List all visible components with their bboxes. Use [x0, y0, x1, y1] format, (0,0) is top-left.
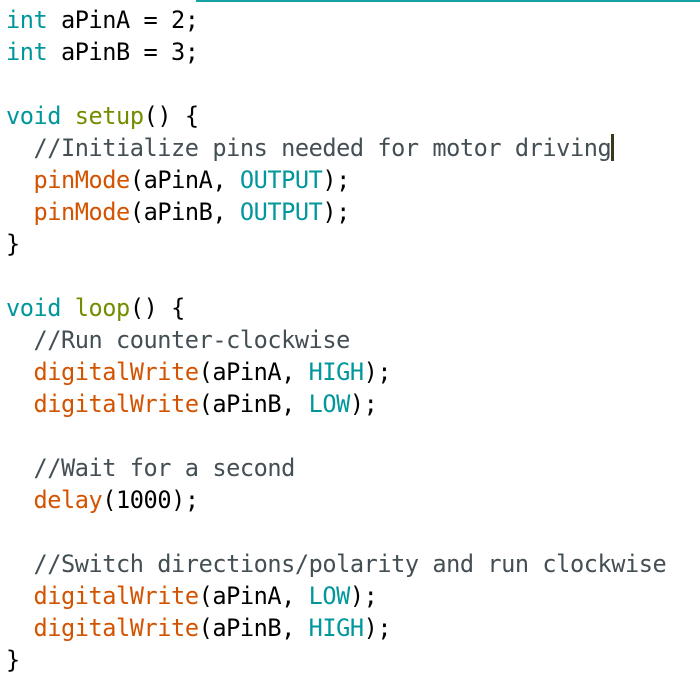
code-line[interactable] — [6, 516, 666, 548]
code-token: ); — [349, 390, 378, 418]
function-token: delay — [33, 486, 103, 514]
comment-token: //Run counter-clockwise — [6, 326, 351, 354]
keyword-token: LOW — [308, 582, 351, 610]
code-token: (aPinB, — [198, 614, 309, 642]
keyword-token: int — [6, 6, 48, 34]
code-token: (aPinA, — [198, 358, 309, 386]
keyword-token: OUTPUT — [239, 166, 323, 194]
code-line[interactable]: //Wait for a second — [6, 452, 666, 484]
code-token: (aPinB, — [198, 390, 309, 418]
code-line[interactable]: digitalWrite(aPinB, LOW); — [6, 388, 666, 420]
code-token: ); — [363, 358, 392, 386]
keyword-token: OUTPUT — [239, 198, 323, 226]
code-token: (1000); — [102, 486, 199, 514]
code-token: (aPinB, — [129, 198, 240, 226]
function-token: digitalWrite — [33, 390, 200, 418]
code-token: ); — [363, 614, 392, 642]
comment-token: //Initialize pins needed for motor drivi… — [6, 134, 612, 162]
comment-token: //Switch directions/polarity and run clo… — [6, 550, 667, 578]
code-line[interactable]: delay(1000); — [6, 484, 666, 516]
code-line[interactable]: //Switch directions/polarity and run clo… — [6, 548, 667, 580]
code-line[interactable]: void setup() { — [6, 100, 666, 132]
function-token: digitalWrite — [33, 614, 200, 642]
code-token: (aPinA, — [129, 166, 240, 194]
code-token: (aPinA, — [198, 582, 309, 610]
code-line[interactable]: digitalWrite(aPinA, LOW); — [6, 580, 666, 612]
code-token: ); — [349, 582, 378, 610]
keyword-token: int — [6, 38, 48, 66]
code-line[interactable]: pinMode(aPinB, OUTPUT); — [6, 196, 666, 228]
editor-tab-border — [196, 0, 700, 2]
code-token: ); — [322, 198, 350, 226]
structure-token: loop — [74, 294, 130, 322]
function-token: digitalWrite — [33, 358, 200, 386]
code-token: () { — [143, 102, 199, 130]
code-line[interactable]: pinMode(aPinA, OUTPUT); — [6, 164, 666, 196]
code-line[interactable]: //Run counter-clockwise — [6, 324, 666, 356]
code-token: aPinA = 2; — [47, 6, 199, 34]
comment-token: //Wait for a second — [6, 454, 296, 482]
code-token: ); — [322, 166, 350, 194]
keyword-token: LOW — [308, 390, 351, 418]
text-caret — [611, 134, 615, 161]
code-line[interactable] — [6, 68, 666, 100]
code-token: } — [6, 230, 20, 258]
code-token: } — [6, 646, 20, 674]
code-token: () { — [129, 294, 185, 322]
keyword-token: void — [6, 294, 62, 322]
code-token: aPinB = 3; — [47, 38, 199, 66]
code-line[interactable]: digitalWrite(aPinB, HIGH); — [6, 612, 666, 644]
code-line[interactable]: //Initialize pins needed for motor drivi… — [6, 132, 666, 164]
function-token: digitalWrite — [33, 582, 200, 610]
keyword-token: HIGH — [308, 614, 364, 642]
code-line[interactable]: int aPinB = 3; — [6, 36, 666, 68]
code-line[interactable]: digitalWrite(aPinA, HIGH); — [6, 356, 666, 388]
structure-token: setup — [74, 102, 144, 130]
code-line[interactable] — [6, 260, 666, 292]
function-token: pinMode — [33, 198, 131, 226]
code-line[interactable]: } — [6, 228, 666, 260]
code-line[interactable] — [6, 420, 666, 452]
code-line[interactable]: void loop() { — [6, 292, 666, 324]
keyword-token: void — [6, 102, 62, 130]
keyword-token: HIGH — [308, 358, 364, 386]
function-token: pinMode — [33, 166, 131, 194]
code-line[interactable]: } — [6, 644, 666, 676]
code-editor[interactable]: int aPinA = 2; int aPinB = 3; void setup()… — [6, 4, 667, 676]
code-line[interactable]: int aPinA = 2; — [6, 4, 666, 36]
